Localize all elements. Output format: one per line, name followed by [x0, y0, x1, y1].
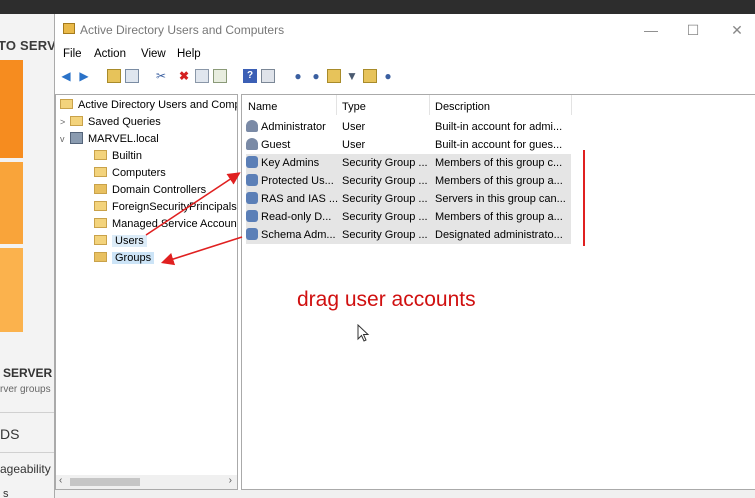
- annotation-arrows: [145, 172, 243, 266]
